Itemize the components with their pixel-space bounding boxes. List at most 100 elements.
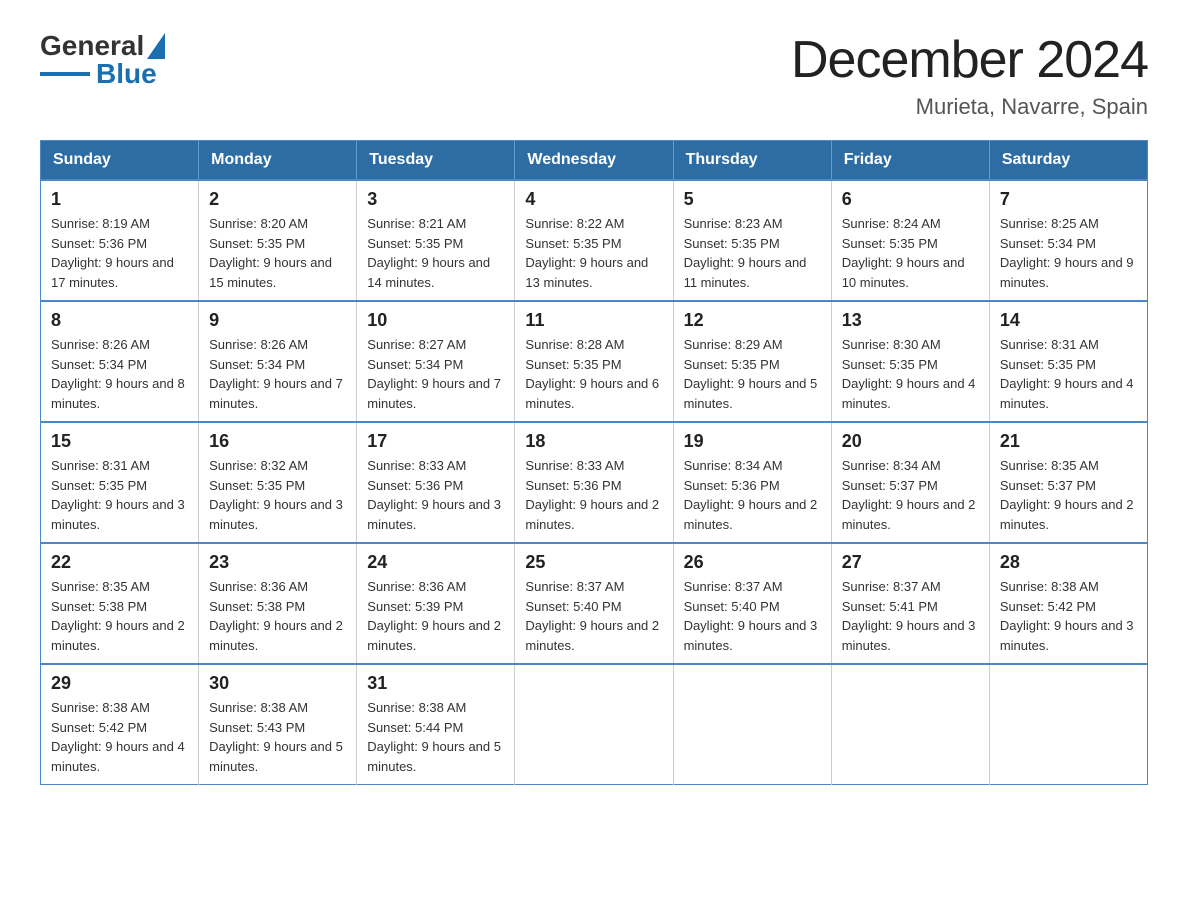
day-info: Sunrise: 8:37 AMSunset: 5:40 PMDaylight:…: [684, 577, 821, 655]
calendar-cell: 19 Sunrise: 8:34 AMSunset: 5:36 PMDaylig…: [673, 422, 831, 543]
column-header-tuesday: Tuesday: [357, 141, 515, 181]
day-info: Sunrise: 8:34 AMSunset: 5:36 PMDaylight:…: [684, 456, 821, 534]
day-number: 4: [525, 189, 662, 210]
day-info: Sunrise: 8:21 AMSunset: 5:35 PMDaylight:…: [367, 214, 504, 292]
day-number: 8: [51, 310, 188, 331]
calendar-cell: 11 Sunrise: 8:28 AMSunset: 5:35 PMDaylig…: [515, 301, 673, 422]
calendar-cell: 1 Sunrise: 8:19 AMSunset: 5:36 PMDayligh…: [41, 180, 199, 301]
day-info: Sunrise: 8:37 AMSunset: 5:41 PMDaylight:…: [842, 577, 979, 655]
calendar-cell: [831, 664, 989, 785]
day-number: 2: [209, 189, 346, 210]
day-info: Sunrise: 8:26 AMSunset: 5:34 PMDaylight:…: [51, 335, 188, 413]
day-info: Sunrise: 8:38 AMSunset: 5:43 PMDaylight:…: [209, 698, 346, 776]
day-number: 10: [367, 310, 504, 331]
column-header-saturday: Saturday: [989, 141, 1147, 181]
calendar-cell: 22 Sunrise: 8:35 AMSunset: 5:38 PMDaylig…: [41, 543, 199, 664]
calendar-cell: [673, 664, 831, 785]
calendar-cell: 10 Sunrise: 8:27 AMSunset: 5:34 PMDaylig…: [357, 301, 515, 422]
day-info: Sunrise: 8:23 AMSunset: 5:35 PMDaylight:…: [684, 214, 821, 292]
day-info: Sunrise: 8:22 AMSunset: 5:35 PMDaylight:…: [525, 214, 662, 292]
logo-bar: [40, 72, 90, 76]
day-number: 22: [51, 552, 188, 573]
calendar-cell: 24 Sunrise: 8:36 AMSunset: 5:39 PMDaylig…: [357, 543, 515, 664]
day-number: 28: [1000, 552, 1137, 573]
day-number: 31: [367, 673, 504, 694]
calendar-cell: 27 Sunrise: 8:37 AMSunset: 5:41 PMDaylig…: [831, 543, 989, 664]
calendar-cell: [989, 664, 1147, 785]
day-info: Sunrise: 8:35 AMSunset: 5:38 PMDaylight:…: [51, 577, 188, 655]
day-number: 26: [684, 552, 821, 573]
calendar-table: SundayMondayTuesdayWednesdayThursdayFrid…: [40, 140, 1148, 785]
day-number: 19: [684, 431, 821, 452]
column-header-sunday: Sunday: [41, 141, 199, 181]
day-info: Sunrise: 8:35 AMSunset: 5:37 PMDaylight:…: [1000, 456, 1137, 534]
calendar-cell: 3 Sunrise: 8:21 AMSunset: 5:35 PMDayligh…: [357, 180, 515, 301]
day-info: Sunrise: 8:31 AMSunset: 5:35 PMDaylight:…: [51, 456, 188, 534]
column-header-thursday: Thursday: [673, 141, 831, 181]
calendar-cell: 30 Sunrise: 8:38 AMSunset: 5:43 PMDaylig…: [199, 664, 357, 785]
calendar-cell: 20 Sunrise: 8:34 AMSunset: 5:37 PMDaylig…: [831, 422, 989, 543]
calendar-cell: 17 Sunrise: 8:33 AMSunset: 5:36 PMDaylig…: [357, 422, 515, 543]
calendar-cell: 13 Sunrise: 8:30 AMSunset: 5:35 PMDaylig…: [831, 301, 989, 422]
day-info: Sunrise: 8:25 AMSunset: 5:34 PMDaylight:…: [1000, 214, 1137, 292]
calendar-week-row: 22 Sunrise: 8:35 AMSunset: 5:38 PMDaylig…: [41, 543, 1148, 664]
day-number: 9: [209, 310, 346, 331]
calendar-cell: 6 Sunrise: 8:24 AMSunset: 5:35 PMDayligh…: [831, 180, 989, 301]
month-year-title: December 2024: [791, 30, 1148, 90]
day-info: Sunrise: 8:26 AMSunset: 5:34 PMDaylight:…: [209, 335, 346, 413]
calendar-cell: [515, 664, 673, 785]
calendar-cell: 28 Sunrise: 8:38 AMSunset: 5:42 PMDaylig…: [989, 543, 1147, 664]
day-info: Sunrise: 8:38 AMSunset: 5:42 PMDaylight:…: [51, 698, 188, 776]
calendar-cell: 5 Sunrise: 8:23 AMSunset: 5:35 PMDayligh…: [673, 180, 831, 301]
location-subtitle: Murieta, Navarre, Spain: [791, 94, 1148, 120]
day-number: 15: [51, 431, 188, 452]
day-number: 30: [209, 673, 346, 694]
day-info: Sunrise: 8:29 AMSunset: 5:35 PMDaylight:…: [684, 335, 821, 413]
logo: General Blue: [40, 30, 165, 90]
day-number: 23: [209, 552, 346, 573]
day-info: Sunrise: 8:33 AMSunset: 5:36 PMDaylight:…: [367, 456, 504, 534]
day-info: Sunrise: 8:34 AMSunset: 5:37 PMDaylight:…: [842, 456, 979, 534]
day-info: Sunrise: 8:31 AMSunset: 5:35 PMDaylight:…: [1000, 335, 1137, 413]
day-number: 18: [525, 431, 662, 452]
day-number: 1: [51, 189, 188, 210]
day-info: Sunrise: 8:36 AMSunset: 5:39 PMDaylight:…: [367, 577, 504, 655]
day-info: Sunrise: 8:19 AMSunset: 5:36 PMDaylight:…: [51, 214, 188, 292]
title-block: December 2024 Murieta, Navarre, Spain: [791, 30, 1148, 120]
calendar-cell: 31 Sunrise: 8:38 AMSunset: 5:44 PMDaylig…: [357, 664, 515, 785]
day-number: 3: [367, 189, 504, 210]
day-info: Sunrise: 8:38 AMSunset: 5:42 PMDaylight:…: [1000, 577, 1137, 655]
column-header-monday: Monday: [199, 141, 357, 181]
day-info: Sunrise: 8:20 AMSunset: 5:35 PMDaylight:…: [209, 214, 346, 292]
day-number: 20: [842, 431, 979, 452]
day-info: Sunrise: 8:28 AMSunset: 5:35 PMDaylight:…: [525, 335, 662, 413]
calendar-cell: 21 Sunrise: 8:35 AMSunset: 5:37 PMDaylig…: [989, 422, 1147, 543]
day-number: 17: [367, 431, 504, 452]
day-info: Sunrise: 8:30 AMSunset: 5:35 PMDaylight:…: [842, 335, 979, 413]
calendar-week-row: 15 Sunrise: 8:31 AMSunset: 5:35 PMDaylig…: [41, 422, 1148, 543]
logo-blue: Blue: [96, 58, 157, 90]
day-info: Sunrise: 8:24 AMSunset: 5:35 PMDaylight:…: [842, 214, 979, 292]
day-number: 12: [684, 310, 821, 331]
day-number: 14: [1000, 310, 1137, 331]
column-header-wednesday: Wednesday: [515, 141, 673, 181]
calendar-cell: 23 Sunrise: 8:36 AMSunset: 5:38 PMDaylig…: [199, 543, 357, 664]
day-number: 21: [1000, 431, 1137, 452]
day-info: Sunrise: 8:38 AMSunset: 5:44 PMDaylight:…: [367, 698, 504, 776]
day-number: 11: [525, 310, 662, 331]
logo-triangle-icon: [147, 33, 165, 59]
calendar-week-row: 1 Sunrise: 8:19 AMSunset: 5:36 PMDayligh…: [41, 180, 1148, 301]
day-number: 27: [842, 552, 979, 573]
calendar-week-row: 8 Sunrise: 8:26 AMSunset: 5:34 PMDayligh…: [41, 301, 1148, 422]
day-number: 29: [51, 673, 188, 694]
calendar-cell: 15 Sunrise: 8:31 AMSunset: 5:35 PMDaylig…: [41, 422, 199, 543]
calendar-cell: 26 Sunrise: 8:37 AMSunset: 5:40 PMDaylig…: [673, 543, 831, 664]
calendar-header-row: SundayMondayTuesdayWednesdayThursdayFrid…: [41, 141, 1148, 181]
calendar-cell: 18 Sunrise: 8:33 AMSunset: 5:36 PMDaylig…: [515, 422, 673, 543]
day-number: 7: [1000, 189, 1137, 210]
calendar-cell: 9 Sunrise: 8:26 AMSunset: 5:34 PMDayligh…: [199, 301, 357, 422]
page-header: General Blue December 2024 Murieta, Nava…: [40, 30, 1148, 120]
calendar-week-row: 29 Sunrise: 8:38 AMSunset: 5:42 PMDaylig…: [41, 664, 1148, 785]
day-info: Sunrise: 8:33 AMSunset: 5:36 PMDaylight:…: [525, 456, 662, 534]
day-info: Sunrise: 8:27 AMSunset: 5:34 PMDaylight:…: [367, 335, 504, 413]
